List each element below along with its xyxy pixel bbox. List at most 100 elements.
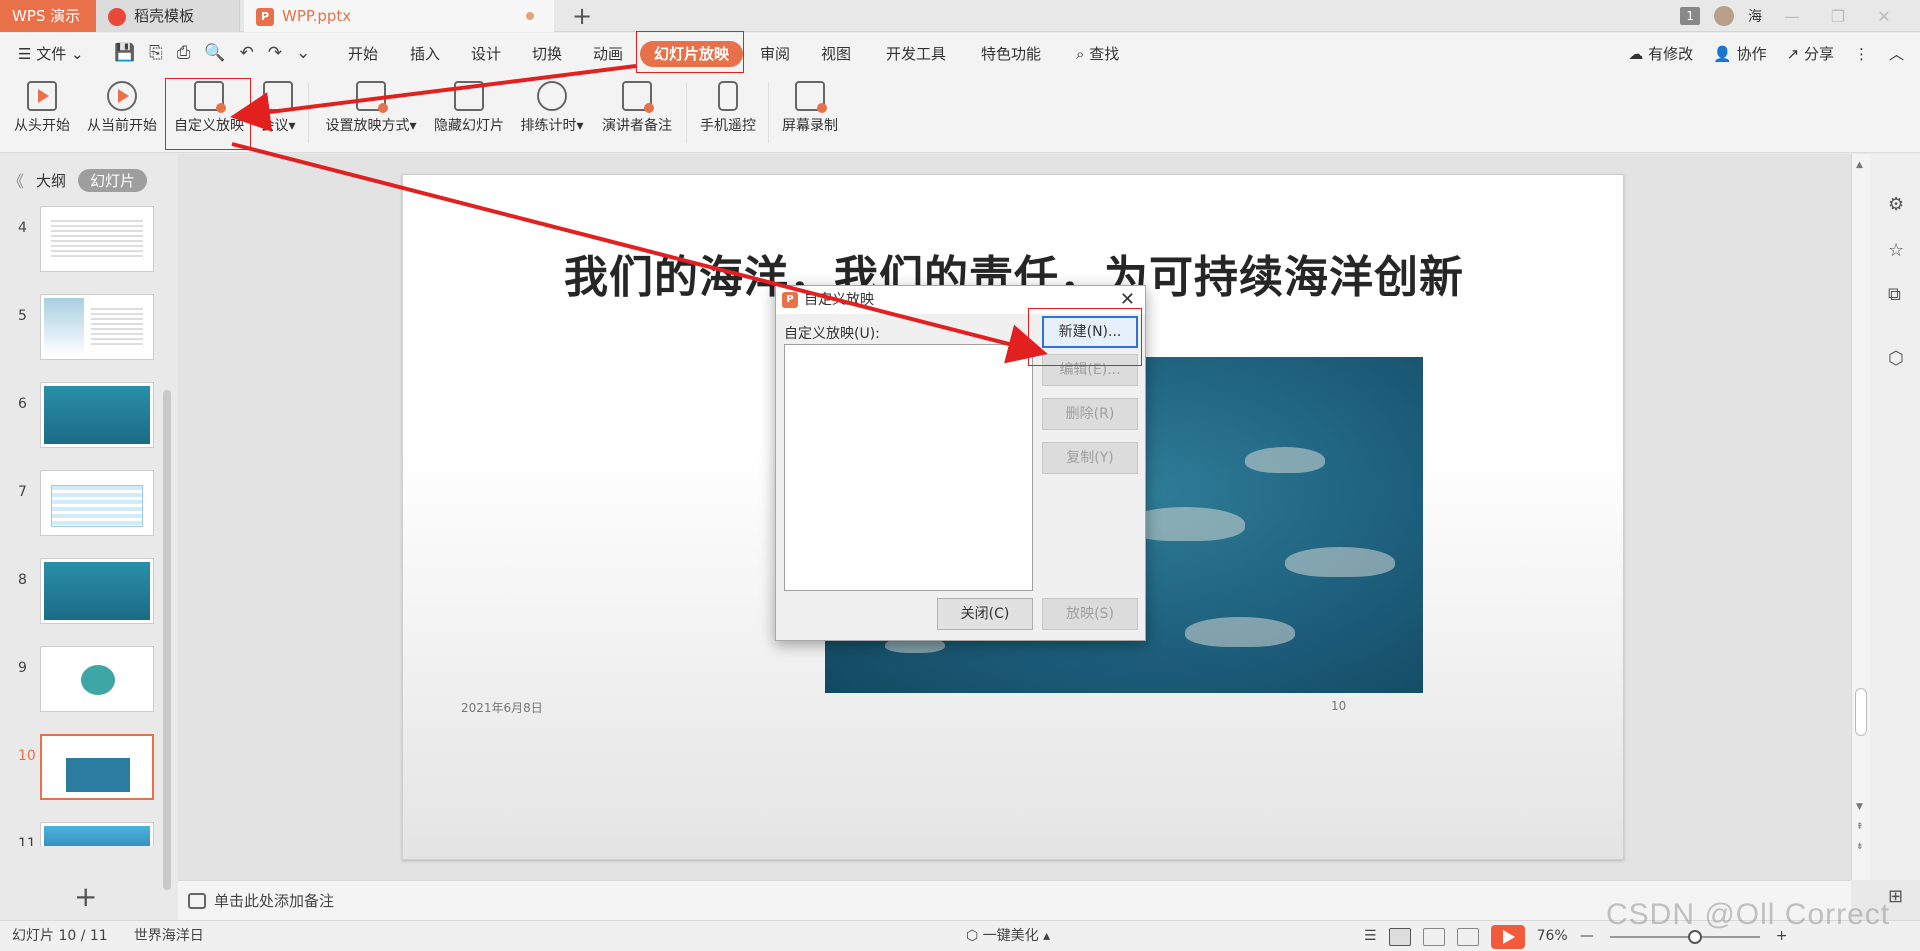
file-menu[interactable]: ☰ 文件 ⌄ bbox=[18, 41, 84, 67]
slide-thumbnail[interactable] bbox=[40, 646, 154, 712]
zoom-level[interactable]: 76% bbox=[1537, 921, 1568, 951]
copy-custom-show-button[interactable]: 复制(Y) bbox=[1042, 442, 1138, 474]
print-preview-icon[interactable]: 🔍 bbox=[204, 43, 225, 63]
format-painter-icon[interactable]: ⎘ bbox=[149, 43, 163, 63]
slide-thumbnail[interactable] bbox=[40, 206, 154, 272]
menu-special-features[interactable]: 特色功能 bbox=[981, 41, 1041, 67]
tab-document[interactable]: P WPP.pptx bbox=[244, 0, 554, 32]
more-options-button[interactable]: ⋮ bbox=[1854, 41, 1869, 67]
save-icon[interactable]: 💾 bbox=[114, 43, 135, 63]
edit-custom-show-button[interactable]: 编辑(E)... bbox=[1042, 354, 1138, 386]
tab-slides[interactable]: 幻灯片 bbox=[78, 168, 148, 192]
theme-name[interactable]: 世界海洋日 bbox=[134, 921, 204, 951]
delete-custom-show-button[interactable]: 删除(R) bbox=[1042, 398, 1138, 430]
screen-play-icon bbox=[27, 81, 57, 111]
user-name[interactable]: 海 bbox=[1748, 6, 1762, 26]
slide-thumbnail[interactable] bbox=[40, 470, 154, 536]
meeting-button[interactable]: 会议▾ bbox=[256, 81, 300, 145]
menu-design[interactable]: 设计 bbox=[471, 41, 501, 67]
zoom-slider[interactable] bbox=[1609, 929, 1760, 944]
customize-toolbar-icon[interactable]: ⌄ bbox=[296, 43, 310, 63]
thumbnail-item[interactable]: 7 bbox=[0, 470, 178, 542]
scroll-up-icon[interactable]: ▲ bbox=[1856, 160, 1863, 170]
thumbnail-item[interactable]: 4 bbox=[0, 206, 178, 278]
redo-icon[interactable]: ↷ bbox=[268, 43, 282, 63]
beautify-button[interactable]: ⬡ 一键美化 ▴ bbox=[966, 921, 1050, 951]
share-button[interactable]: ↗ 分享 bbox=[1787, 41, 1834, 67]
scroll-down-icon[interactable]: ▼ bbox=[1856, 802, 1863, 812]
menu-home[interactable]: 开始 bbox=[348, 41, 378, 67]
thumbnail-scrollbar[interactable] bbox=[163, 390, 171, 890]
reading-view-button[interactable] bbox=[1456, 927, 1479, 946]
hide-slide-icon bbox=[454, 81, 484, 111]
play-from-start-button[interactable]: 从头开始 bbox=[10, 81, 74, 145]
collapse-ribbon-button[interactable]: ︿ bbox=[1889, 41, 1904, 67]
thumbnail-item[interactable]: 9 bbox=[0, 646, 178, 718]
quick-access-toolbar: 💾 ⎘ ⎙ 🔍 ↶ ↷ ⌄ bbox=[114, 43, 310, 63]
slide-thumbnail[interactable] bbox=[40, 294, 154, 360]
minimize-button[interactable]: — bbox=[1776, 7, 1808, 26]
notes-toggle-icon[interactable]: ☰ bbox=[1364, 921, 1377, 951]
user-avatar[interactable] bbox=[1714, 6, 1734, 26]
thumbnail-item[interactable]: 8 bbox=[0, 558, 178, 630]
add-slide-button[interactable]: + bbox=[74, 880, 97, 913]
show-custom-show-button[interactable]: 放映(S) bbox=[1042, 598, 1138, 630]
thumbnail-item[interactable]: 6 bbox=[0, 382, 178, 454]
menu-slide-show[interactable]: 幻灯片放映 bbox=[640, 41, 744, 67]
normal-view-button[interactable] bbox=[1388, 927, 1411, 946]
phone-remote-button[interactable]: 手机遥控 bbox=[696, 81, 760, 145]
properties-icon[interactable]: ⚙ bbox=[1888, 194, 1904, 215]
docer-logo-icon bbox=[108, 8, 126, 26]
collaborate-button[interactable]: 👤 协作 bbox=[1713, 41, 1766, 67]
menu-view[interactable]: 视图 bbox=[821, 41, 851, 67]
search-button[interactable]: ⌕ 查找 bbox=[1076, 41, 1119, 67]
screen-record-button[interactable]: 屏幕录制 bbox=[778, 81, 842, 145]
animation-icon[interactable]: ☆ bbox=[1888, 240, 1904, 261]
scrollbar-thumb[interactable] bbox=[1855, 688, 1867, 736]
print-icon[interactable]: ⎙ bbox=[177, 43, 191, 63]
close-dialog-button[interactable]: 关闭(C) bbox=[937, 598, 1033, 630]
custom-show-list[interactable] bbox=[784, 344, 1033, 591]
slide-thumbnail[interactable] bbox=[40, 822, 154, 846]
play-slideshow-button[interactable] bbox=[1490, 924, 1525, 949]
window-count-badge[interactable]: 1 bbox=[1680, 7, 1700, 25]
notes-area[interactable]: 单击此处添加备注 bbox=[178, 880, 1851, 920]
setup-show-button[interactable]: 设置放映方式▾ bbox=[318, 81, 424, 145]
grid-apps-icon[interactable]: ⊞ bbox=[1888, 886, 1903, 907]
app-menu-tab[interactable]: WPS 演示 bbox=[0, 0, 96, 32]
stopwatch-icon bbox=[537, 81, 567, 111]
play-from-current-button[interactable]: 从当前开始 bbox=[82, 81, 162, 145]
add-tab-button[interactable]: + bbox=[572, 2, 592, 30]
tab-outline[interactable]: 大纲 bbox=[36, 170, 66, 191]
collapse-panel-icon[interactable]: 《 bbox=[8, 168, 24, 192]
hide-slide-button[interactable]: 隐藏幻灯片 bbox=[430, 81, 508, 145]
canvas-scrollbar[interactable]: ▲ ▼ ⇞ ⇟ bbox=[1852, 154, 1870, 880]
thumbnail-item[interactable]: 5 bbox=[0, 294, 178, 366]
undo-icon[interactable]: ↶ bbox=[240, 43, 254, 63]
cube-icon[interactable]: ⬡ bbox=[1888, 348, 1904, 369]
custom-show-button[interactable]: 自定义放映 bbox=[170, 81, 248, 145]
menu-developer-tools[interactable]: 开发工具 bbox=[886, 41, 946, 67]
slide-thumbnail-current[interactable] bbox=[40, 734, 154, 800]
transition-icon[interactable]: ⧉ bbox=[1888, 284, 1901, 305]
rehearse-timings-button[interactable]: 排练计时▾ bbox=[516, 81, 588, 145]
new-custom-show-button[interactable]: 新建(N)... bbox=[1042, 316, 1138, 348]
thumbnail-item-current[interactable]: 10 bbox=[0, 734, 178, 806]
restore-button[interactable]: ❐ bbox=[1822, 7, 1854, 26]
dialog-close-icon[interactable]: ✕ bbox=[1120, 286, 1135, 314]
menu-transitions[interactable]: 切换 bbox=[532, 41, 562, 67]
slide-sorter-button[interactable] bbox=[1422, 927, 1445, 946]
close-window-button[interactable]: ✕ bbox=[1868, 7, 1900, 26]
presenter-notes-button[interactable]: 演讲者备注 bbox=[598, 81, 676, 145]
slide-thumbnail[interactable] bbox=[40, 558, 154, 624]
slide-thumbnail[interactable] bbox=[40, 382, 154, 448]
tab-docer-templates[interactable]: 稻壳模板 bbox=[96, 0, 240, 32]
menu-review[interactable]: 审阅 bbox=[760, 41, 790, 67]
next-slide-icon[interactable]: ⇟ bbox=[1856, 842, 1864, 852]
menu-animations[interactable]: 动画 bbox=[593, 41, 623, 67]
changes-button[interactable]: ☁ 有修改 bbox=[1628, 41, 1693, 67]
zoom-out-button[interactable]: — bbox=[1580, 921, 1594, 951]
prev-slide-icon[interactable]: ⇞ bbox=[1856, 822, 1864, 832]
menu-insert[interactable]: 插入 bbox=[410, 41, 440, 67]
thumbnail-item[interactable]: 11 bbox=[0, 822, 178, 846]
